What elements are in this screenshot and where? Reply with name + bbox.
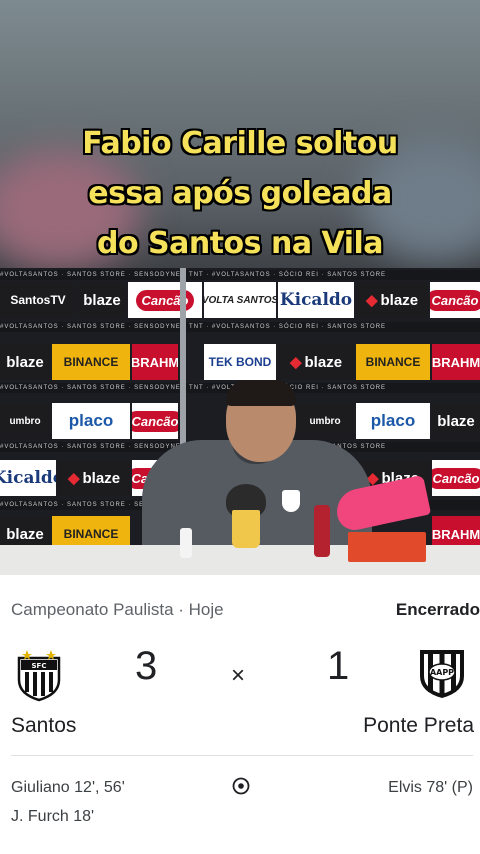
sponsor-strip: #VOLTASANTOS · SANTOS STORE · SENSODYNE … <box>0 270 480 280</box>
sponsor-row: blaze BINANCE BRAHM TEK BOND ◆ blaze BINA… <box>0 344 480 380</box>
blaze-label: blaze <box>380 291 419 309</box>
sponsor-row: SantosTV blaze Cancão VOLTA SANTOS Kical… <box>0 282 480 318</box>
svg-text:SFC: SFC <box>32 662 47 670</box>
cancao-logo: Cancão <box>430 282 480 318</box>
blaze-logo: blaze <box>0 344 50 380</box>
blaze-label: blaze <box>304 353 343 371</box>
sponsor-strip: #VOLTASANTOS · SANTOS STORE · SENSODYNE … <box>0 322 480 332</box>
backdrop-divider <box>180 268 186 448</box>
score-separator: × <box>231 662 246 689</box>
blaze-label: blaze <box>82 469 121 487</box>
tekbond-logo: TEK BOND <box>204 344 276 380</box>
blaze-label: blaze <box>83 291 121 309</box>
svg-text:AAPP: AAPP <box>430 668 454 677</box>
home-scorer: Giuliano 12', 56' <box>11 779 125 796</box>
umbro-logo: umbro <box>296 403 354 439</box>
competition-label[interactable]: Campeonato Paulista · Hoje <box>11 600 224 620</box>
blaze-logo: ◆ blaze <box>278 344 354 380</box>
ponte-preta-crest-icon[interactable]: AAPP <box>416 644 468 700</box>
blaze-logo: ◆ blaze <box>356 282 428 318</box>
voltasantos-logo: VOLTA SANTOS <box>204 282 276 318</box>
brahma-logo: BRAHM <box>432 344 480 380</box>
home-scorer: J. Furch 18' <box>11 808 95 825</box>
cancao-logo: Cancão <box>132 403 178 439</box>
brahma-logo: BRAHM <box>132 344 178 380</box>
cancao-logo: Cancão <box>432 460 480 496</box>
match-status: Encerrado <box>395 600 480 619</box>
cancao-label: Cancão <box>432 467 480 489</box>
blaze-mark-icon: ◆ <box>365 292 378 309</box>
blaze-logo: blaze <box>78 282 126 318</box>
santos-crest-icon[interactable]: SFC <box>13 646 65 702</box>
blaze-logo: blaze <box>432 403 480 439</box>
drink-bottle <box>314 505 330 557</box>
blaze-label: blaze <box>437 412 475 430</box>
blaze-mark-icon: ◆ <box>67 470 80 487</box>
video-frame[interactable]: Fabio Carille soltou essa após goleada d… <box>0 0 480 575</box>
binance-logo: BINANCE <box>356 344 430 380</box>
away-score: 1 <box>327 644 350 688</box>
cup <box>232 510 260 548</box>
away-scorer: Elvis 78' (P) <box>388 779 473 796</box>
cancao-logo: Cancão <box>128 282 202 318</box>
coach-hair <box>226 380 296 406</box>
divider <box>11 755 473 756</box>
caption-line-3: do Santos na Vila <box>96 226 384 261</box>
away-team-name[interactable]: Ponte Preta <box>363 714 474 738</box>
placo-logo: placo <box>356 403 430 439</box>
santostv-logo: SantosTV <box>0 282 76 318</box>
blaze-mark-icon: ◆ <box>289 354 302 371</box>
home-team-name[interactable]: Santos <box>11 714 76 738</box>
shoe-box <box>348 532 426 562</box>
water-bottle <box>180 528 192 558</box>
soccer-ball-icon <box>232 777 250 795</box>
home-score: 3 <box>135 644 158 688</box>
blaze-logo: ◆ blaze <box>58 460 130 496</box>
cancao-label: Cancão <box>430 289 480 311</box>
blaze-label: blaze <box>6 353 44 371</box>
caption-line-1: Fabio Carille soltou <box>82 126 398 161</box>
club-badge-icon <box>282 490 300 512</box>
blaze-label: blaze <box>6 525 44 543</box>
umbro-logo: umbro <box>0 403 50 439</box>
binance-logo: BINANCE <box>52 344 130 380</box>
caption-line-2: essa após goleada <box>88 176 392 211</box>
kicaldo-logo: Kicaldo <box>278 282 354 318</box>
placo-logo: placo <box>52 403 130 439</box>
kicaldo-logo: Kicaldo <box>0 460 56 496</box>
cancao-label: Cancão <box>132 410 178 432</box>
